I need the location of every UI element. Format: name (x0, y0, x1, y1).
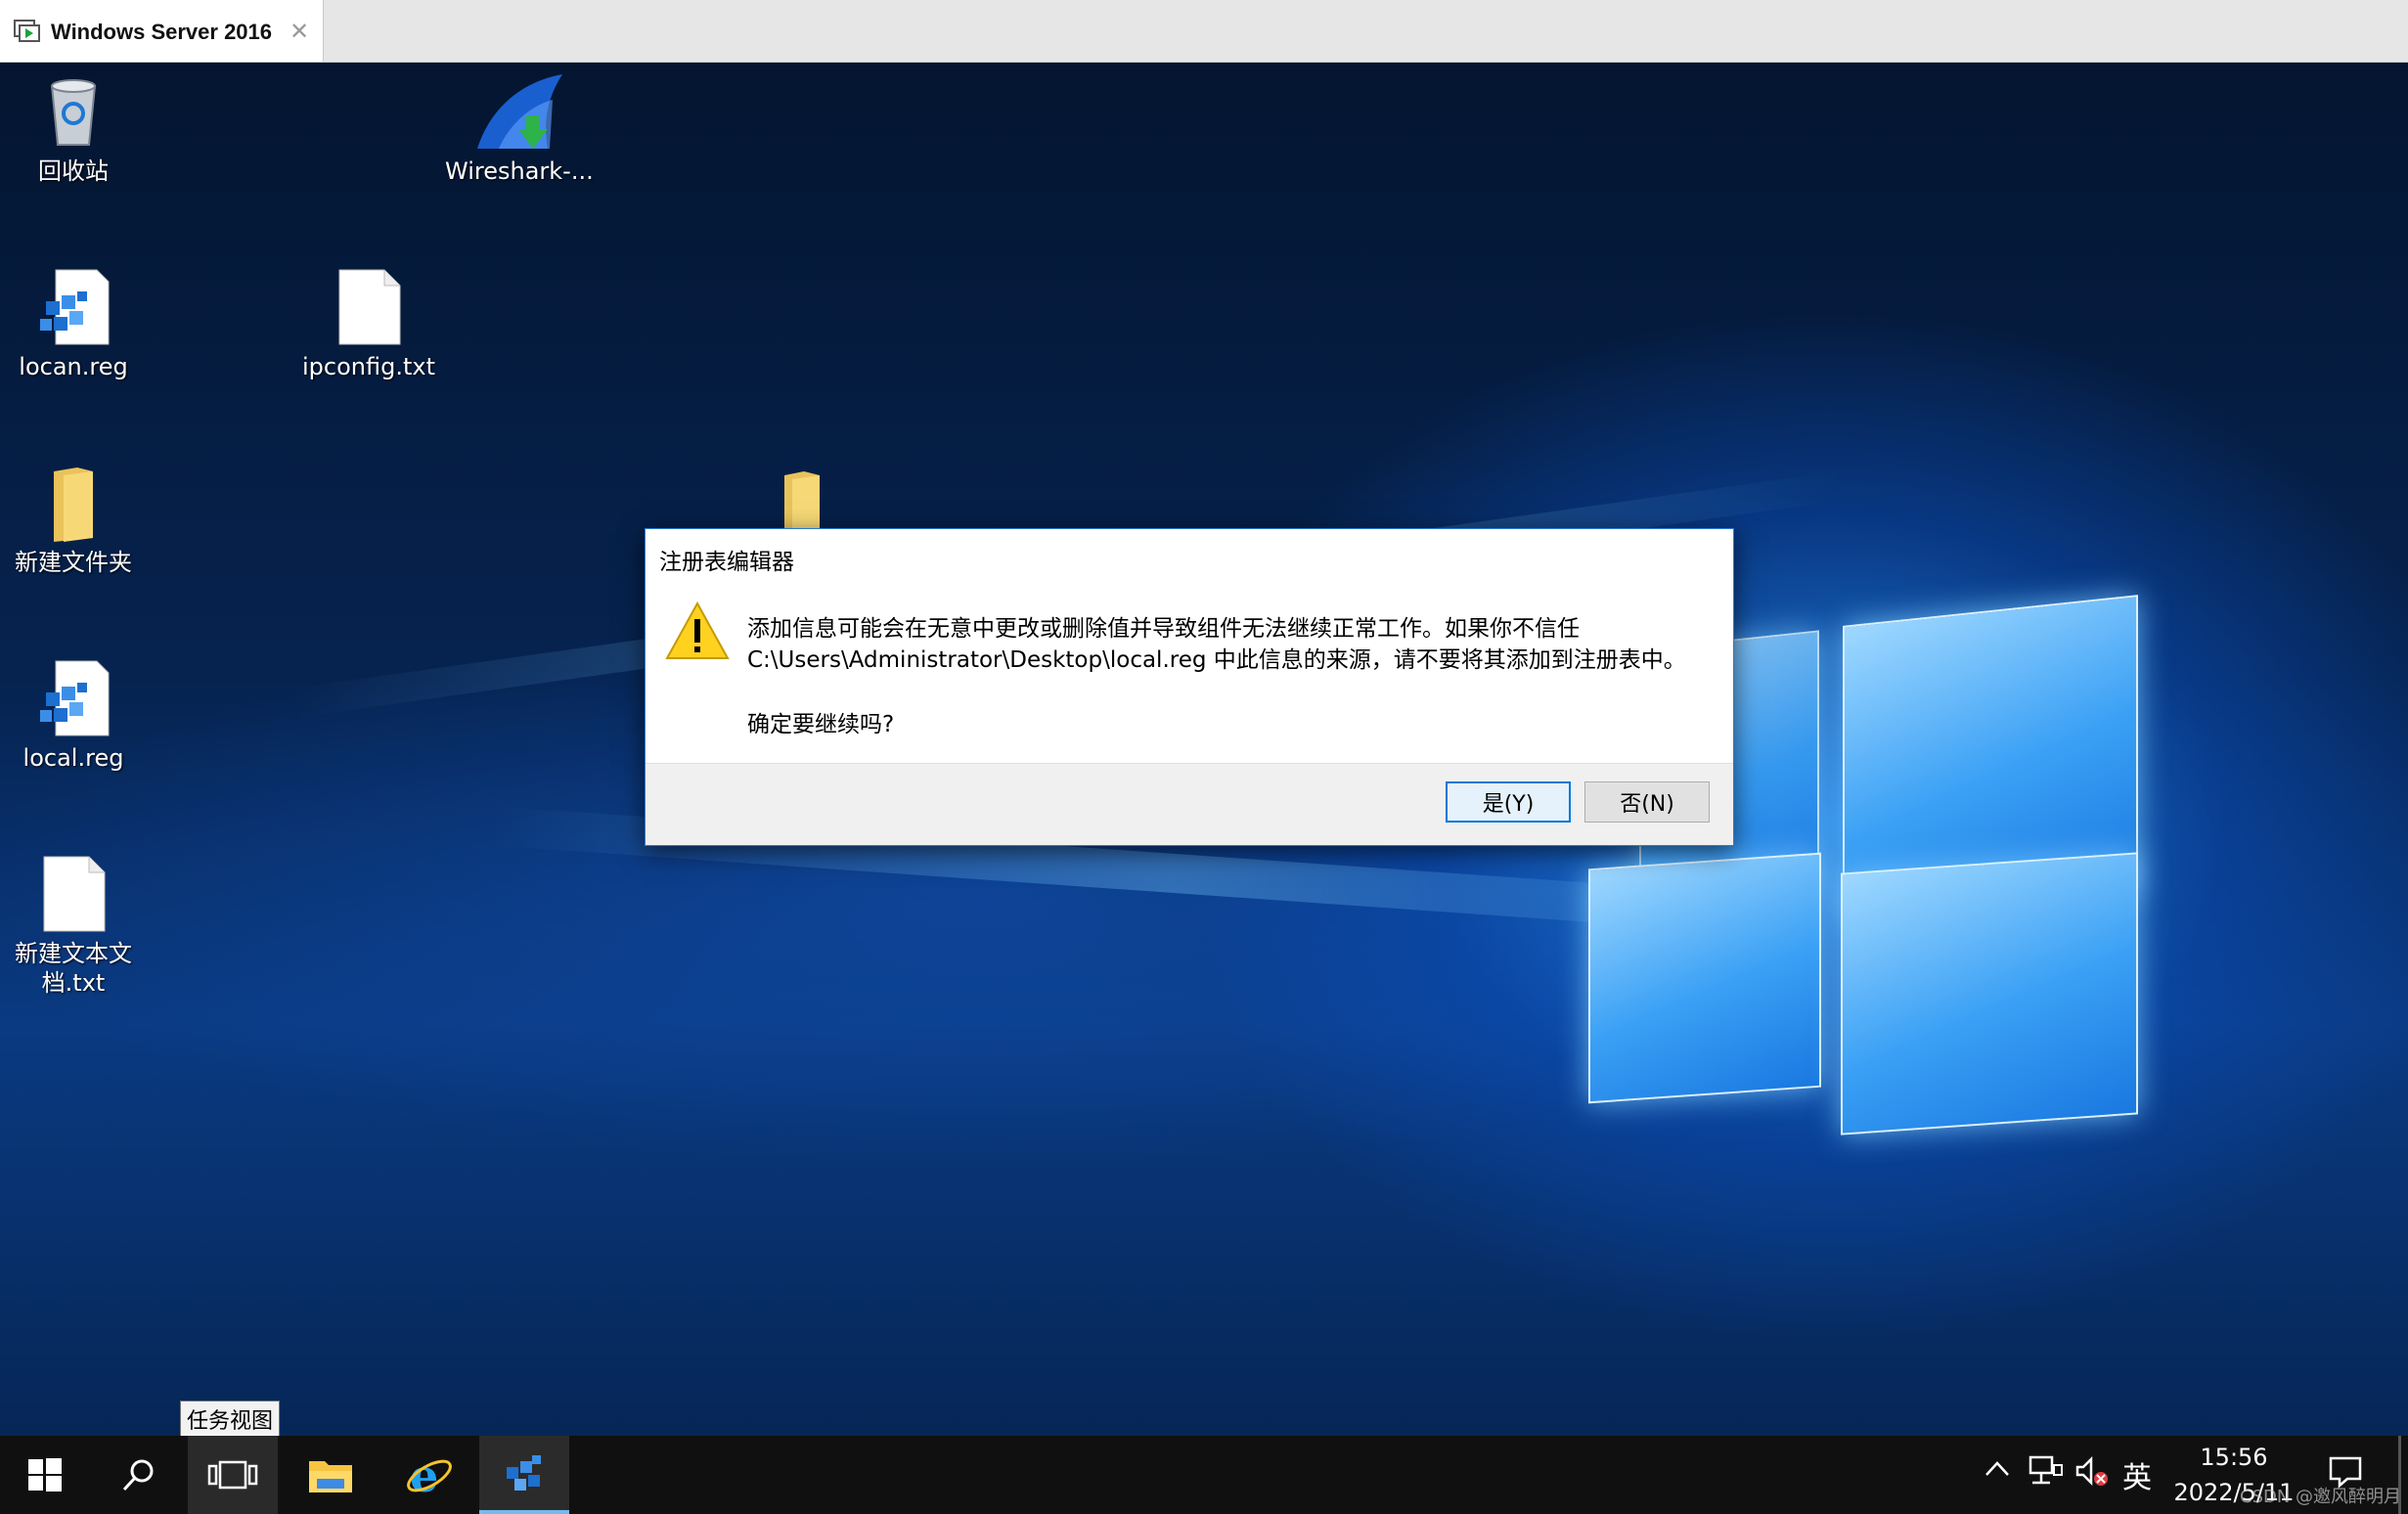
desktop-icon-label: 回收站 (38, 157, 109, 185)
watermark: CSDN @邀风醉明月 (2240, 1487, 2402, 1507)
desktop-icon-local-reg[interactable]: local.reg (0, 659, 147, 773)
vm-machine-icon (14, 20, 40, 42)
desktop-icon-label: 新建文件夹 (15, 549, 132, 576)
wireshark-icon (477, 74, 562, 149)
hidden-folder-icon[interactable] (780, 466, 839, 534)
task-view-button[interactable] (188, 1436, 278, 1514)
desktop-icon-new-folder[interactable]: 新建文件夹 (0, 464, 147, 577)
network-icon[interactable] (2029, 1455, 2064, 1493)
desktop-icon-new-text-doc[interactable]: 新建文本文档.txt (0, 855, 147, 998)
task-view-icon (207, 1460, 258, 1490)
desktop-icon-ipconfig-txt[interactable]: ipconfig.txt (295, 268, 442, 381)
volume-muted-icon[interactable] (2075, 1455, 2109, 1495)
dialog-button-area: 是(Y) 否(N) (646, 763, 1733, 845)
dialog-question: 确定要继续吗? (747, 712, 895, 737)
desktop-icon-wireshark[interactable]: Wireshark-... (445, 72, 594, 186)
search-button[interactable] (94, 1436, 184, 1514)
internet-explorer-icon: e (407, 1450, 452, 1499)
dialog-message-line: 添加信息可能会在无意中更改或删除值并导致组件无法继续正常工作。如果你不信任 (747, 616, 1580, 642)
ime-indicator[interactable]: 英 (2122, 1453, 2152, 1496)
text-file-icon (43, 856, 106, 932)
no-button[interactable]: 否(N) (1584, 781, 1710, 823)
desktop-icon-label: 新建文本文档.txt (15, 940, 132, 997)
taskbar-registry-editor[interactable] (479, 1436, 569, 1514)
close-icon[interactable]: ✕ (290, 18, 309, 45)
windows-logo-pane (1841, 852, 2138, 1136)
dialog-title: 注册表编辑器 (659, 550, 794, 575)
desktop-icon-label: locan.reg (19, 353, 128, 380)
warning-icon (665, 601, 730, 659)
file-explorer-icon (309, 1461, 352, 1492)
chevron-up-icon[interactable] (1984, 1453, 2011, 1490)
registry-editor-icon (507, 1455, 541, 1491)
folder-icon (784, 471, 820, 534)
text-file-icon (338, 269, 401, 345)
start-button[interactable] (0, 1436, 90, 1514)
search-icon (122, 1459, 154, 1492)
registry-editor-dialog: 注册表编辑器 添加信息可能会在无意中更改或删除值并导致组件无法继续正常工作。如果… (645, 528, 1734, 846)
dialog-message: 添加信息可能会在无意中更改或删除值并导致组件无法继续正常工作。如果你不信任 C:… (747, 613, 1686, 676)
windows-start-icon (28, 1458, 62, 1492)
vm-tab-bar: Windows Server 2016 ✕ (0, 0, 2408, 63)
registry-file-icon (40, 269, 110, 345)
registry-file-icon (40, 660, 110, 736)
desktop-icon-label: local.reg (22, 744, 124, 772)
taskbar: e 英 15:56 2022/5/11 (0, 1436, 2408, 1514)
recycle-bin-icon (50, 79, 97, 146)
dialog-message-line: C:\Users\Administrator\Desktop\local.reg… (747, 647, 1686, 673)
desktop-icon-recycle-bin[interactable]: 回收站 (0, 72, 147, 186)
desktop-icon-label: ipconfig.txt (302, 353, 435, 380)
folder-icon (54, 468, 93, 542)
task-view-tooltip: 任务视图 (180, 1401, 281, 1438)
vm-tab-title: Windows Server 2016 (51, 20, 273, 44)
taskbar-internet-explorer[interactable]: e (383, 1436, 473, 1514)
vm-tab[interactable]: Windows Server 2016 ✕ (0, 0, 324, 62)
windows-logo-pane (1588, 852, 1821, 1104)
yes-button[interactable]: 是(Y) (1446, 781, 1571, 823)
desktop-icon-label: Wireshark-... (445, 157, 594, 185)
desktop-icon-locan-reg[interactable]: locan.reg (0, 268, 147, 381)
taskbar-file-explorer[interactable] (286, 1436, 376, 1514)
clock-time: 15:56 (2200, 1444, 2268, 1471)
